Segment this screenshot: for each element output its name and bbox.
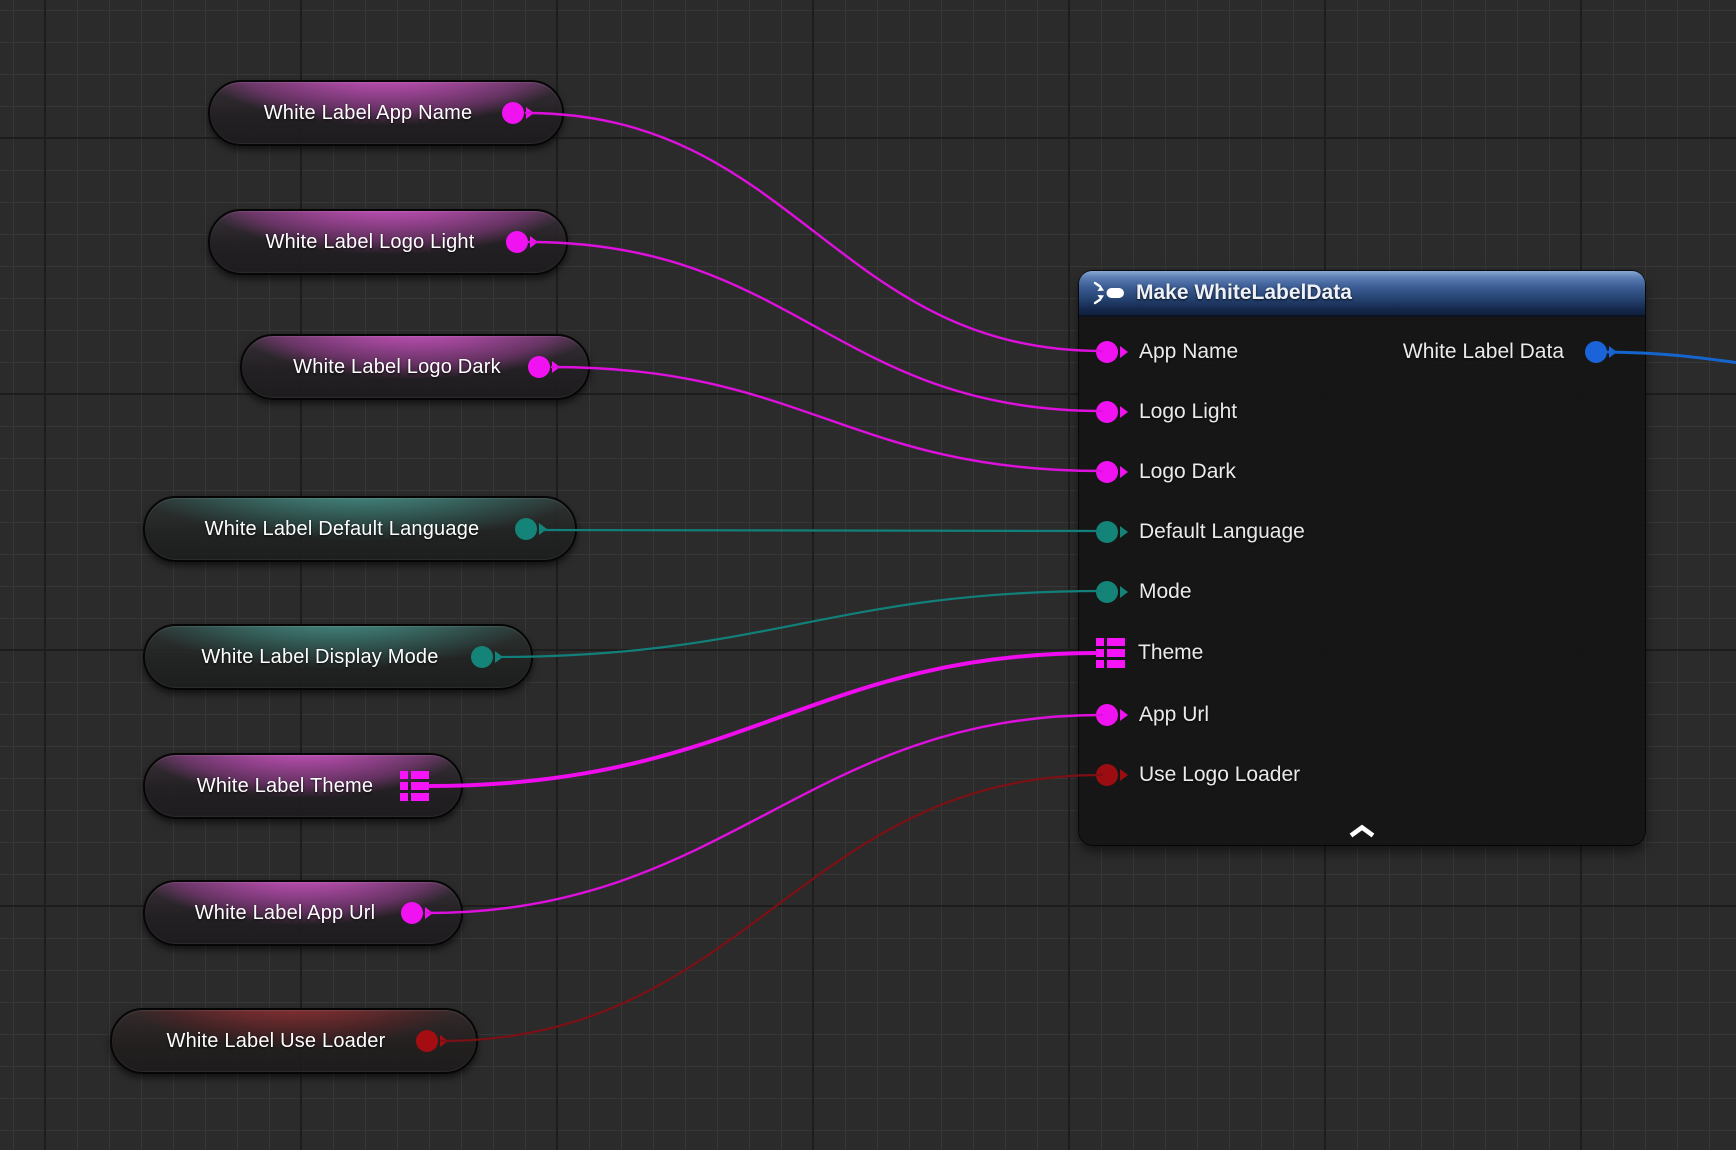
pin-label: Logo Light — [1139, 400, 1237, 424]
variable-node-white-label-logo-dark[interactable]: White Label Logo Dark — [240, 334, 590, 400]
wire-logo-light[interactable] — [529, 242, 1102, 411]
string-output-pin[interactable] — [502, 102, 524, 124]
pin-label: White Label Data — [1403, 340, 1564, 364]
pin-row-app-name: App Name — [1096, 337, 1238, 367]
struct-input-pin-icon[interactable] — [1096, 638, 1125, 668]
pin-row-logo-dark: Logo Dark — [1096, 457, 1236, 487]
node-title: Make WhiteLabelData — [1136, 281, 1352, 305]
enum-output-pin[interactable] — [515, 518, 537, 540]
string-output-pin[interactable] — [401, 902, 423, 924]
variable-node-white-label-theme[interactable]: White Label Theme — [143, 753, 463, 819]
string-input-pin[interactable] — [1096, 401, 1118, 423]
blueprint-graph-canvas[interactable]: White Label App Name White Label Logo Li… — [0, 0, 1736, 1150]
pin-label: Mode — [1139, 580, 1192, 604]
pin-row-app-url: App Url — [1096, 700, 1209, 730]
make-whitelabeldata-node[interactable]: Make WhiteLabelData App Name Logo Light … — [1079, 271, 1645, 845]
pin-row-default-language: Default Language — [1096, 517, 1305, 547]
pin-row-use-logo-loader: Use Logo Loader — [1096, 760, 1300, 790]
wire-app-name[interactable] — [526, 113, 1102, 351]
variable-node-label: White Label Default Language — [145, 498, 575, 560]
variable-node-white-label-display-mode[interactable]: White Label Display Mode — [143, 624, 533, 690]
variable-node-white-label-app-url[interactable]: White Label App Url — [143, 880, 463, 946]
string-output-pin[interactable] — [506, 231, 528, 253]
pin-row-logo-light: Logo Light — [1096, 397, 1237, 427]
enum-output-pin[interactable] — [471, 646, 493, 668]
bool-input-pin[interactable] — [1096, 764, 1118, 786]
pin-label: Default Language — [1139, 520, 1305, 544]
pin-label: App Name — [1139, 340, 1238, 364]
string-input-pin[interactable] — [1096, 461, 1118, 483]
struct-output-pin[interactable] — [1585, 341, 1607, 363]
variable-node-white-label-logo-light[interactable]: White Label Logo Light — [208, 209, 568, 275]
pin-row-mode: Mode — [1096, 577, 1192, 607]
make-struct-icon — [1093, 281, 1125, 305]
enum-input-pin[interactable] — [1096, 581, 1118, 603]
pin-label: App Url — [1139, 703, 1209, 727]
wire-mode[interactable] — [496, 591, 1102, 657]
wire-app-url[interactable] — [427, 715, 1102, 913]
bool-output-pin[interactable] — [416, 1030, 438, 1052]
collapse-chevron-icon[interactable] — [1347, 824, 1377, 839]
pin-row-white-label-data-output: White Label Data — [1403, 337, 1607, 367]
string-output-pin[interactable] — [528, 356, 550, 378]
pin-label: Logo Dark — [1139, 460, 1236, 484]
wire-use-logo-loader[interactable] — [441, 775, 1102, 1041]
variable-node-white-label-app-name[interactable]: White Label App Name — [208, 80, 564, 146]
string-input-pin[interactable] — [1096, 704, 1118, 726]
string-input-pin[interactable] — [1096, 341, 1118, 363]
pin-label: Use Logo Loader — [1139, 763, 1300, 787]
pin-row-theme: Theme — [1096, 638, 1203, 668]
wire-default-language[interactable] — [540, 530, 1102, 531]
variable-node-white-label-use-loader[interactable]: White Label Use Loader — [110, 1008, 478, 1074]
node-header[interactable]: Make WhiteLabelData — [1079, 271, 1645, 317]
wire-logo-dark[interactable] — [552, 367, 1102, 471]
struct-output-pin-icon[interactable] — [400, 771, 429, 801]
variable-node-white-label-default-language[interactable]: White Label Default Language — [143, 496, 577, 562]
pin-label: Theme — [1138, 641, 1203, 665]
enum-input-pin[interactable] — [1096, 521, 1118, 543]
